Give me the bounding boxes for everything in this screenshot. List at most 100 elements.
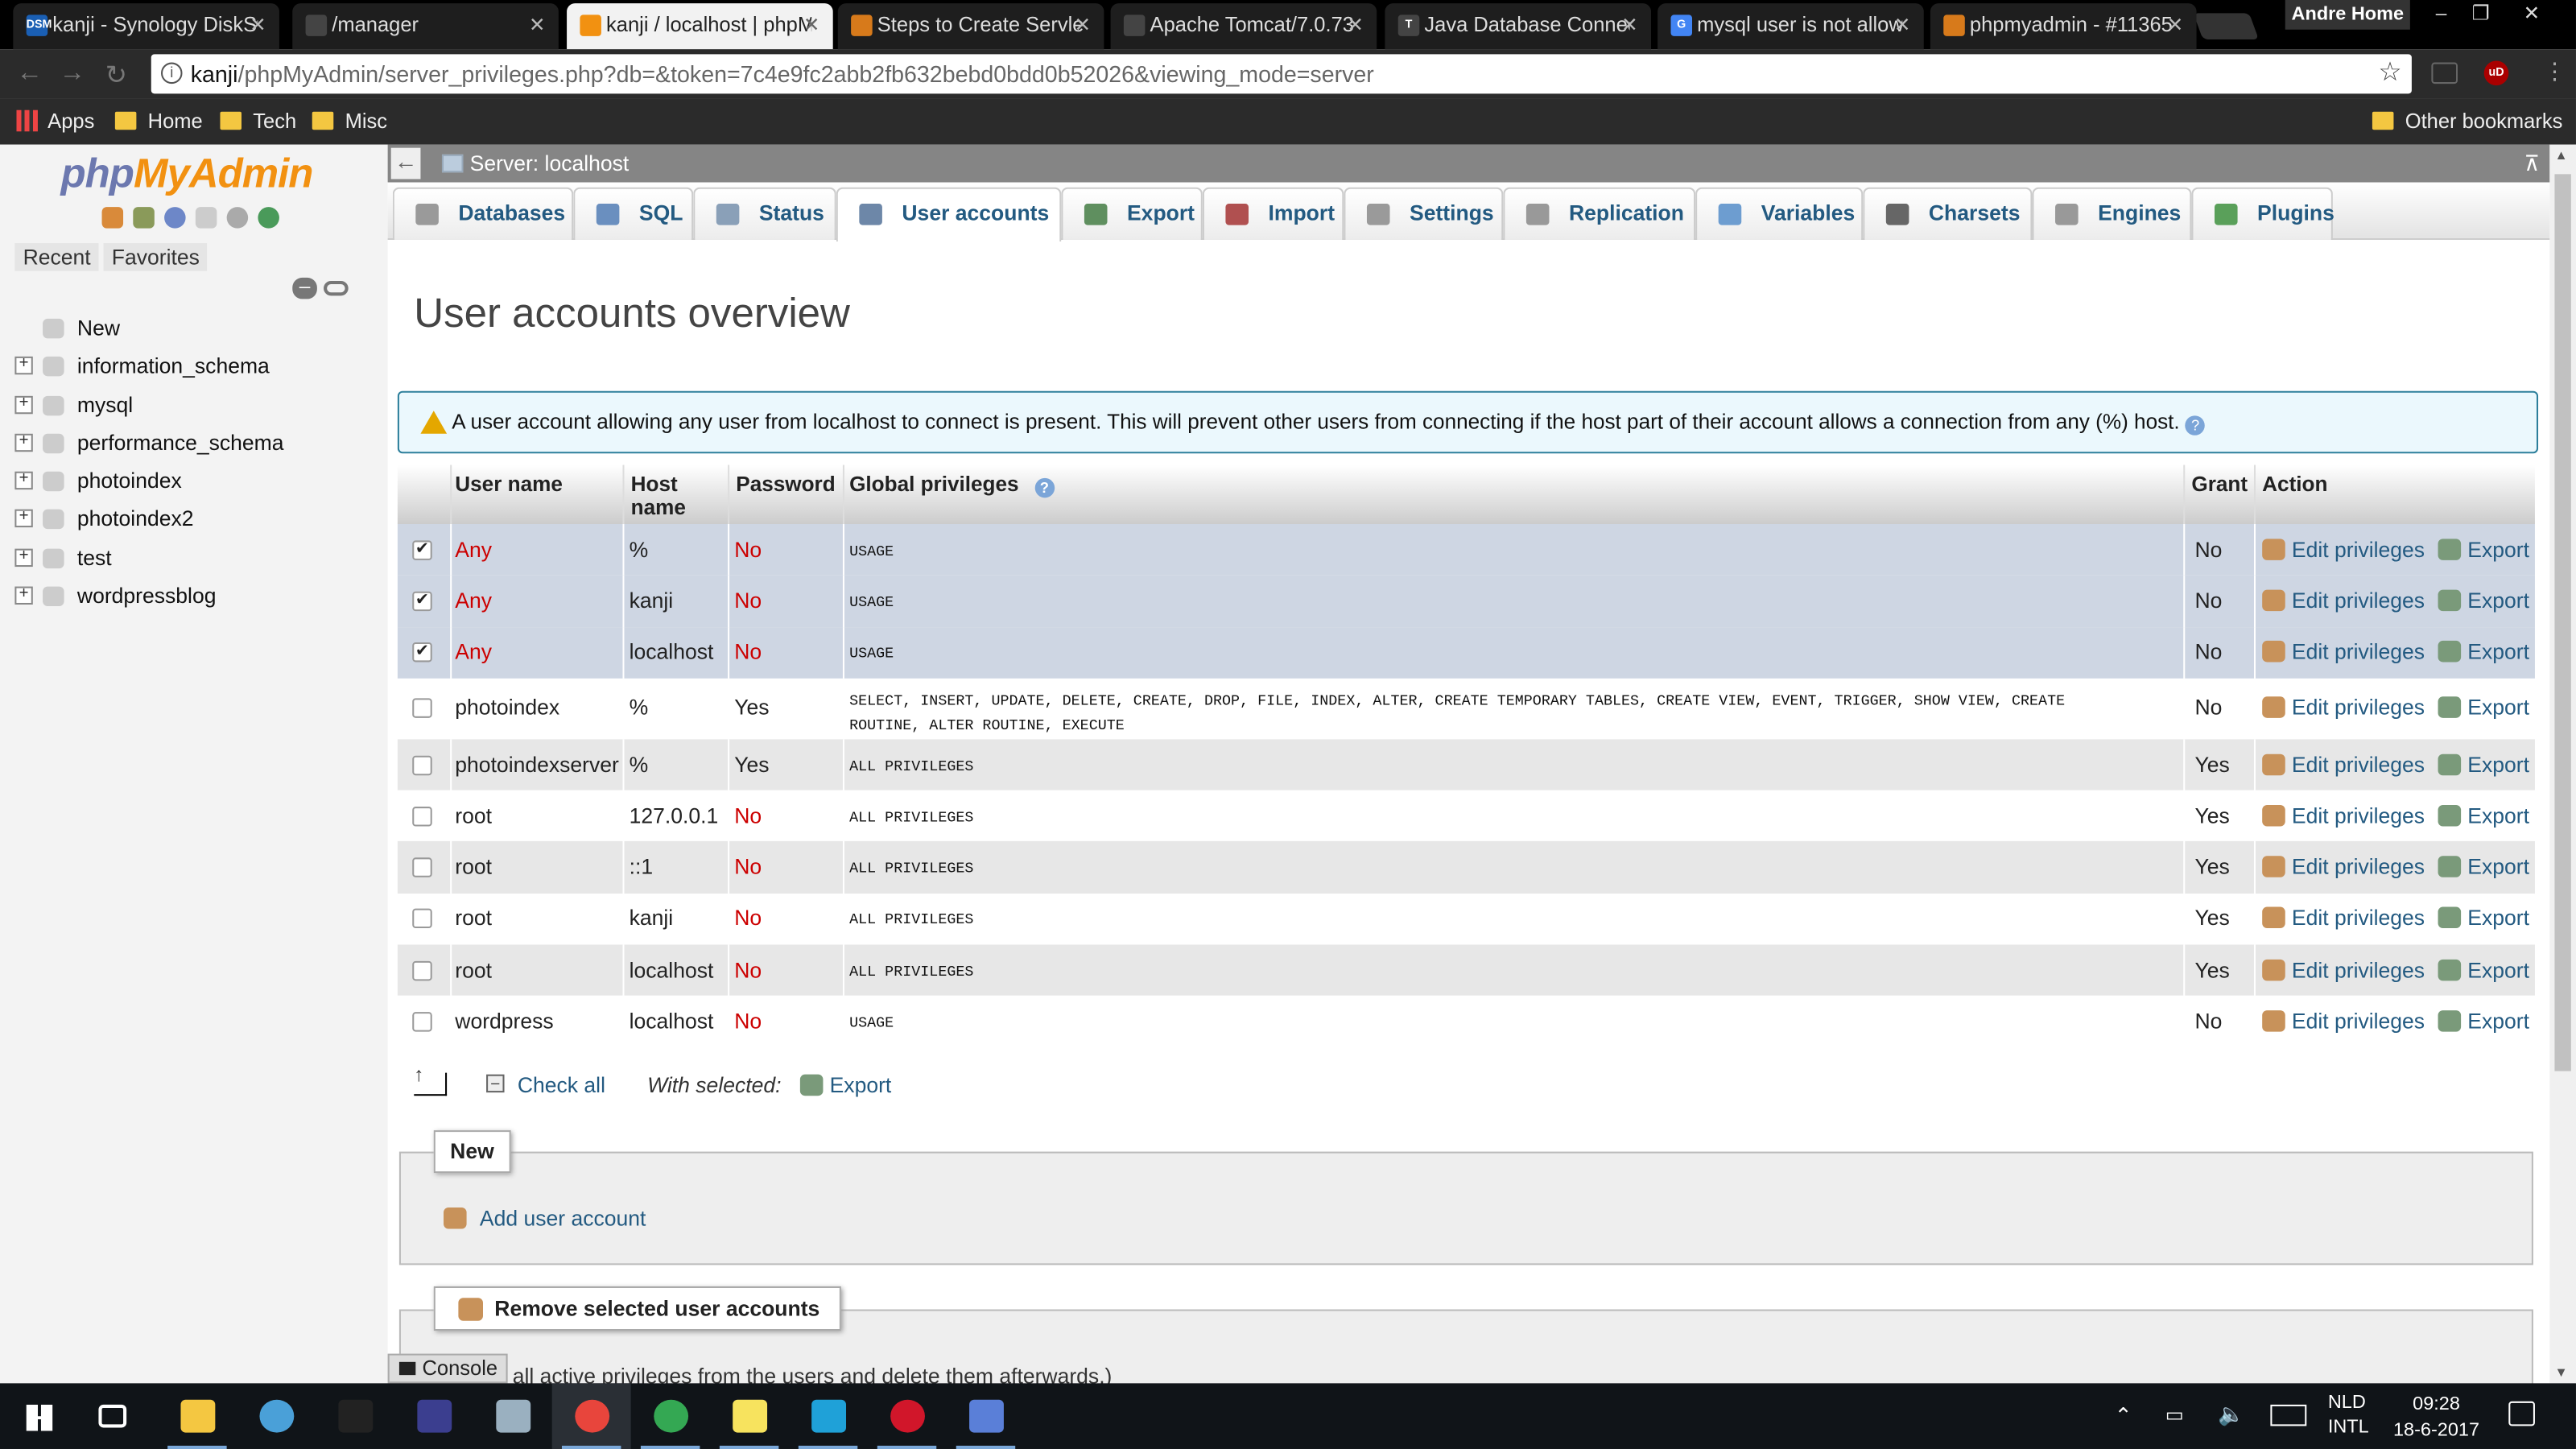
close-tab-icon[interactable]: ✕	[1347, 3, 1364, 46]
taskbar-app[interactable]	[868, 1383, 947, 1449]
action-center-icon[interactable]	[2508, 1401, 2535, 1426]
taskbar-app[interactable]	[76, 1383, 155, 1449]
tab-status[interactable]: Status	[693, 187, 836, 240]
row-checkbox[interactable]	[412, 754, 432, 775]
tree-database-item[interactable]: + mysql	[0, 386, 388, 424]
edit-privileges-link[interactable]: Edit privileges	[2262, 805, 2425, 826]
close-tab-icon[interactable]: ✕	[250, 3, 266, 46]
tree-database-item[interactable]: + wordpressblog	[0, 576, 388, 615]
server-label[interactable]: Server: localhost	[470, 145, 630, 183]
keyboard-icon[interactable]	[2270, 1404, 2307, 1426]
browser-tab[interactable]: phpmyadmin - #11365 ✕	[1930, 3, 2197, 50]
row-checkbox[interactable]	[412, 1012, 432, 1032]
start-button[interactable]	[0, 1383, 79, 1449]
row-checkbox[interactable]	[412, 699, 432, 719]
scroll-up-icon[interactable]: ▲	[2554, 148, 2567, 163]
expand-icon[interactable]: +	[14, 394, 33, 414]
tab-export[interactable]: Export	[1061, 187, 1203, 240]
expand-icon[interactable]: +	[14, 547, 33, 567]
taskbar-app[interactable]	[631, 1383, 710, 1449]
tree-item-label[interactable]: photoindex	[77, 462, 182, 500]
tree-database-item[interactable]: + photoindex	[0, 462, 388, 501]
console-toggle[interactable]: Console	[387, 1353, 508, 1384]
edit-privileges-link[interactable]: Edit privileges	[2262, 590, 2425, 612]
browser-tab[interactable]: kanji / localhost | phpMyAdmin✕	[567, 3, 833, 50]
tree-database-item[interactable]: + information_schema	[0, 347, 388, 386]
reload-icon[interactable]: ↻	[105, 59, 127, 92]
bookmark-star-icon[interactable]: ☆	[2378, 54, 2401, 93]
taskbar-app[interactable]	[947, 1383, 1026, 1449]
tab-replication[interactable]: Replication	[1503, 187, 1696, 240]
col-host[interactable]: Host name	[631, 473, 686, 519]
edit-privileges-link[interactable]: Edit privileges	[2262, 753, 2425, 775]
battery-icon[interactable]: ▭	[2165, 1403, 2184, 1449]
bookmark-apps[interactable]: Apps	[16, 98, 94, 144]
taskbar-app[interactable]	[237, 1383, 316, 1449]
tab-settings[interactable]: Settings	[1344, 187, 1504, 240]
bookmark-home[interactable]: Home	[114, 98, 203, 144]
close-window-icon[interactable]: ✕	[2513, 0, 2549, 30]
row-checkbox[interactable]: ✔	[412, 539, 432, 560]
tree-item-label[interactable]: test	[77, 539, 112, 576]
tree-item-label[interactable]: information_schema	[77, 347, 270, 385]
scroll-down-icon[interactable]: ▼	[2554, 1365, 2567, 1380]
tab-favorites[interactable]: Favorites	[103, 243, 208, 271]
collapse-icon[interactable]: ⊼	[2524, 145, 2540, 183]
edit-privileges-link[interactable]: Edit privileges	[2262, 1010, 2425, 1032]
check-all-link[interactable]: Check all	[518, 1073, 605, 1098]
browser-tab[interactable]: Steps to Create Servlet ✕	[837, 3, 1104, 50]
bookmark-tech[interactable]: Tech	[220, 98, 296, 144]
col-password[interactable]: Password	[736, 473, 835, 497]
row-checkbox[interactable]: ✔	[412, 642, 432, 663]
minimize-icon[interactable]: –	[2423, 0, 2459, 30]
check-all-checkbox[interactable]: –	[486, 1074, 505, 1093]
tab-databases[interactable]: Databases	[392, 187, 574, 240]
edit-privileges-link[interactable]: Edit privileges	[2262, 641, 2425, 663]
tree-database-item[interactable]: + photoindex2	[0, 500, 388, 539]
close-tab-icon[interactable]: ✕	[529, 3, 546, 46]
phpmyadmin-logo[interactable]: phpMyAdmin	[61, 151, 314, 199]
edit-privileges-link[interactable]: Edit privileges	[2262, 697, 2425, 719]
tree-item-label[interactable]: performance_schema	[77, 423, 284, 461]
address-bar[interactable]: i kanji/phpMyAdmin/server_privileges.php…	[151, 54, 2412, 94]
export-link[interactable]: Export	[2438, 856, 2529, 878]
taskbar-app[interactable]	[316, 1383, 394, 1449]
edit-privileges-link[interactable]: Edit privileges	[2262, 907, 2425, 929]
add-user-account-link[interactable]: Add user account	[444, 1206, 646, 1231]
row-checkbox[interactable]	[412, 857, 432, 878]
tree-item-label[interactable]: photoindex2	[77, 500, 194, 538]
refresh-icon[interactable]	[258, 207, 279, 229]
browser-tab[interactable]: Apache Tomcat/7.0.73 ✕	[1110, 3, 1377, 50]
help-icon[interactable]	[164, 207, 186, 229]
bulk-export-button[interactable]: Export	[799, 1073, 891, 1097]
language-indicator[interactable]: NLD INTL	[2328, 1392, 2369, 1449]
tree-item-label[interactable]: New	[77, 309, 120, 347]
toggle-navigation-icon[interactable]: ←	[390, 147, 421, 180]
info-icon[interactable]: i	[160, 62, 183, 85]
export-link[interactable]: Export	[2438, 641, 2529, 663]
row-checkbox[interactable]	[412, 909, 432, 929]
close-tab-icon[interactable]: ✕	[1075, 3, 1092, 46]
export-link[interactable]: Export	[2438, 539, 2529, 560]
col-user[interactable]: User name	[455, 473, 563, 497]
browser-tab[interactable]: /manager ✕	[292, 3, 559, 50]
expand-icon[interactable]: +	[14, 586, 33, 605]
tree-new-database[interactable]: New	[0, 309, 388, 348]
forward-arrow-icon[interactable]: →	[59, 59, 85, 89]
export-link[interactable]: Export	[2438, 590, 2529, 612]
expand-icon[interactable]: +	[14, 356, 33, 375]
profile-button[interactable]: Andre Home	[2285, 0, 2410, 30]
browser-tab[interactable]: TJava Database Connectivity✕	[1385, 3, 1652, 50]
close-tab-icon[interactable]: ✕	[1894, 3, 1911, 46]
help-icon[interactable]: ?	[1034, 477, 1055, 498]
expand-icon[interactable]: +	[14, 471, 33, 490]
back-arrow-icon[interactable]: ←	[16, 59, 43, 89]
scroll-thumb[interactable]	[2554, 174, 2571, 1071]
tab-variables[interactable]: Variables	[1695, 187, 1864, 240]
export-link[interactable]: Export	[2438, 753, 2529, 775]
edit-privileges-link[interactable]: Edit privileges	[2262, 959, 2425, 980]
help-icon[interactable]: ?	[2185, 415, 2206, 436]
ublock-icon[interactable]: uD	[2483, 60, 2509, 86]
expand-icon[interactable]: +	[14, 510, 33, 529]
tab-engines[interactable]: Engines	[2032, 187, 2192, 240]
